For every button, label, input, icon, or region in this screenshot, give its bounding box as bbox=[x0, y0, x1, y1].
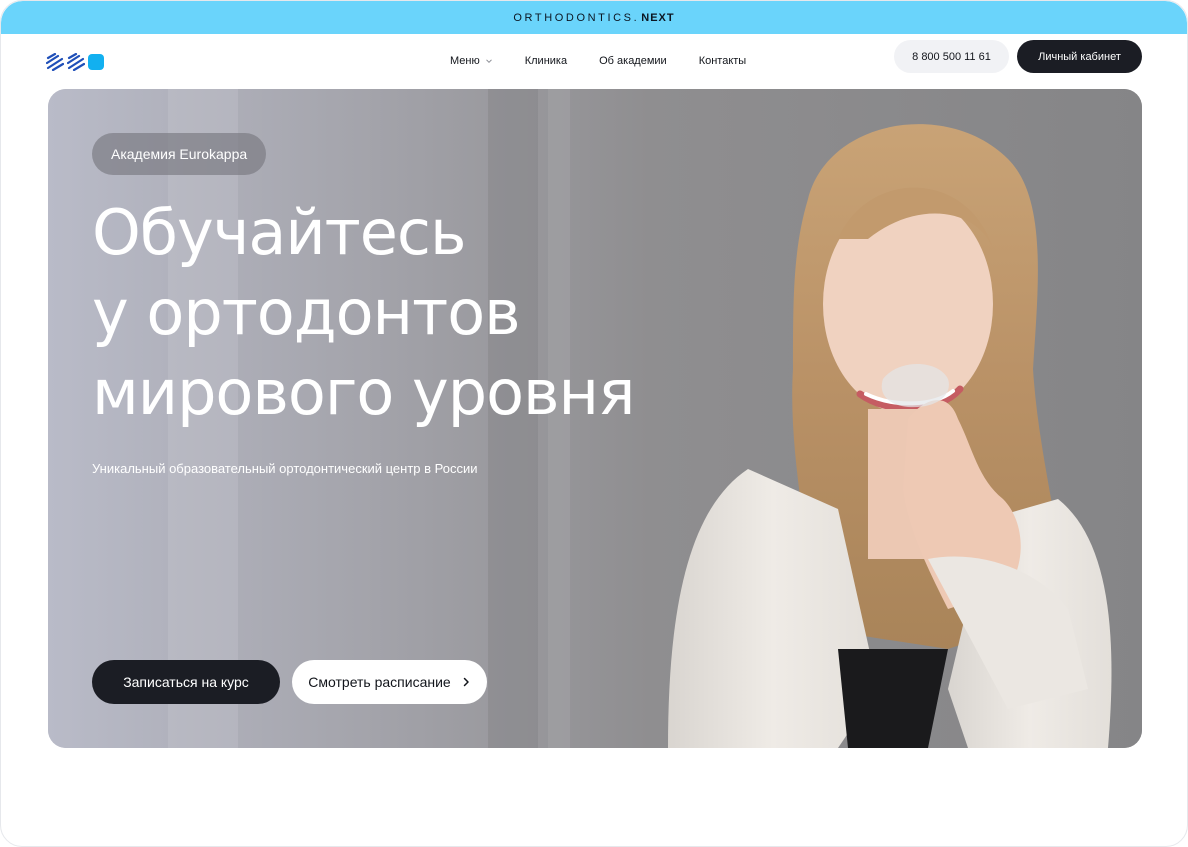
chevron-right-icon bbox=[463, 677, 469, 687]
logo-wave-mark-1 bbox=[46, 53, 64, 71]
page-frame: ORTHODONTICS. NEXT Меню Клиника Об акаде… bbox=[0, 0, 1188, 847]
view-schedule-button-label: Смотреть расписание bbox=[308, 674, 451, 690]
academy-badge-text: Академия Eurokappa bbox=[111, 146, 248, 162]
promo-brand-text: ORTHODONTICS. bbox=[513, 11, 640, 24]
enroll-course-button[interactable]: Записаться на курс bbox=[92, 660, 280, 704]
promo-brand: ORTHODONTICS. NEXT bbox=[513, 12, 674, 24]
promo-bar[interactable]: ORTHODONTICS. NEXT bbox=[1, 1, 1187, 34]
hero-title-line-2: у ортодонтов bbox=[92, 276, 521, 349]
logo-square-mark bbox=[88, 54, 104, 70]
nav-item-about-label: Об академии bbox=[599, 55, 667, 67]
promo-brand-suffix: NEXT bbox=[641, 11, 675, 24]
site-header: Меню Клиника Об академии Контакты 8 800 … bbox=[1, 34, 1187, 89]
hero-title: Обучайтесь у ортодонтов мирового уровня bbox=[92, 193, 752, 433]
hero-title-line-1: Обучайтесь bbox=[92, 196, 467, 269]
academy-badge: Академия Eurokappa bbox=[92, 133, 267, 175]
academy-logo-icon[interactable] bbox=[46, 53, 104, 71]
phone-number: 8 800 500 11 61 bbox=[912, 50, 991, 63]
account-button[interactable]: Личный кабинет bbox=[1017, 40, 1142, 73]
nav-item-clinic[interactable]: Клиника bbox=[525, 55, 567, 67]
hero-banner: Академия Eurokappa Обучайтесь у ортодонт… bbox=[48, 89, 1142, 748]
nav-item-contacts-label: Контакты bbox=[698, 55, 747, 67]
view-schedule-button[interactable]: Смотреть расписание bbox=[292, 660, 487, 704]
nav-item-menu-label: Меню bbox=[450, 55, 480, 67]
account-button-label: Личный кабинет bbox=[1038, 50, 1121, 63]
nav-item-about[interactable]: Об академии bbox=[599, 55, 667, 67]
hero-title-line-3: мирового уровня bbox=[92, 356, 635, 429]
phone-button[interactable]: 8 800 500 11 61 bbox=[894, 40, 1009, 73]
logo-wave-mark-2 bbox=[67, 53, 85, 71]
nav-item-contacts[interactable]: Контакты bbox=[699, 55, 747, 67]
nav-item-menu[interactable]: Меню bbox=[450, 55, 493, 67]
main-nav: Меню Клиника Об академии Контакты bbox=[450, 55, 778, 67]
hero-subtitle: Уникальный образовательный ортодонтическ… bbox=[92, 461, 478, 476]
chevron-down-icon bbox=[485, 59, 492, 64]
enroll-course-button-label: Записаться на курс bbox=[123, 674, 249, 690]
nav-item-clinic-label: Клиника bbox=[524, 55, 568, 67]
